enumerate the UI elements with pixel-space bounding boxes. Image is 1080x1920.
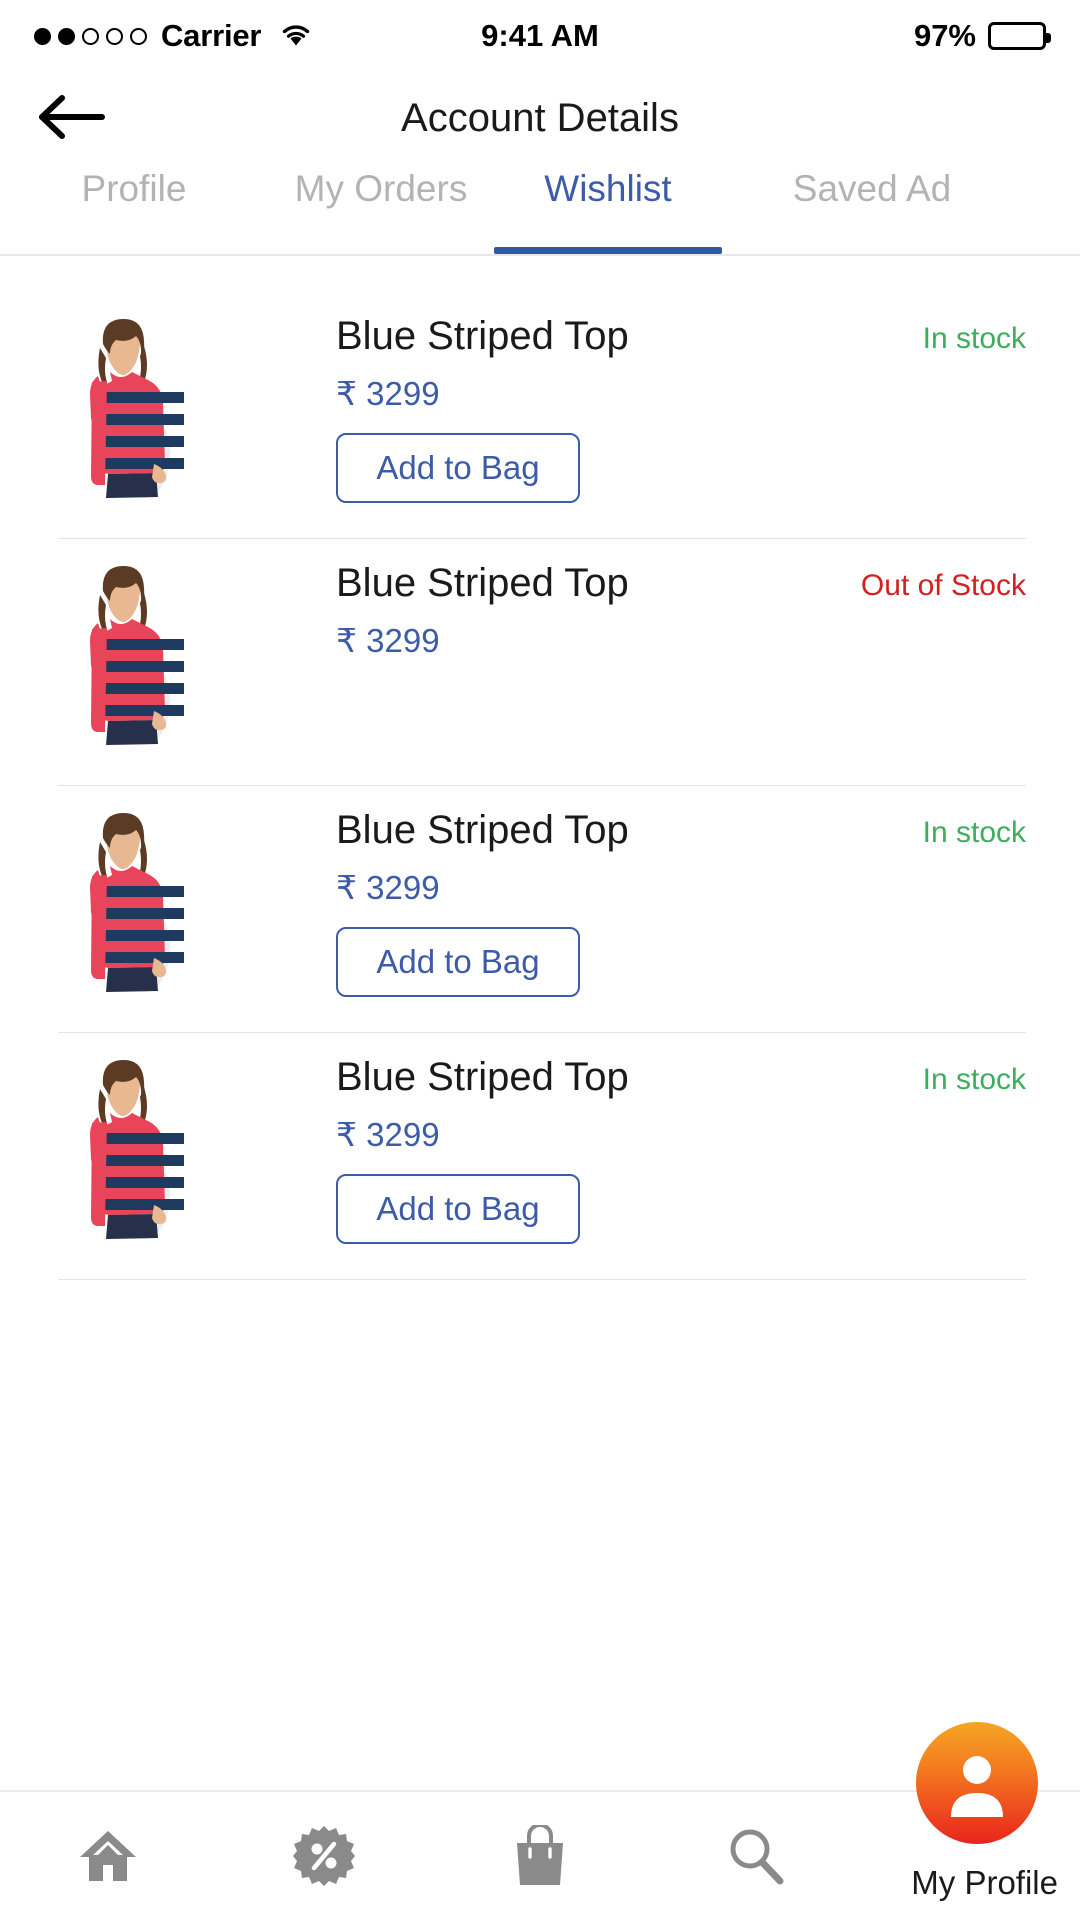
my-profile-label: My Profile (911, 1864, 1058, 1901)
product-price: ₹ 3299 (336, 375, 440, 412)
back-button[interactable] (38, 83, 108, 153)
navigation-header: Account Details (0, 72, 1080, 164)
product-info: Blue Striped Top ₹ 3299 Add to Bag (184, 786, 846, 997)
wishlist-item[interactable]: Blue Striped Top ₹ 3299 Out of Stock (0, 539, 1080, 785)
status-bar: Carrier 9:41 AM 97% (0, 0, 1080, 72)
product-price: ₹ 3299 (336, 622, 440, 659)
tab-wishlist[interactable]: Wishlist (494, 164, 722, 254)
product-name: Blue Striped Top (336, 808, 629, 852)
stock-status-badge: Out of Stock (860, 569, 1026, 602)
arrow-left-icon (38, 91, 108, 146)
nav-offers-button[interactable] (216, 1791, 432, 1920)
battery-icon (988, 22, 1051, 50)
signal-strength-icon (34, 27, 147, 45)
product-thumbnail (58, 808, 184, 994)
product-thumbnail (58, 1055, 184, 1241)
tab-saved-addresses[interactable]: Saved Ad (722, 164, 1022, 254)
product-info: Blue Striped Top ₹ 3299 Add to Bag (184, 292, 846, 503)
status-bar-left: Carrier (34, 18, 313, 54)
product-price: ₹ 3299 (336, 1116, 440, 1153)
tab-my-orders[interactable]: My Orders (268, 164, 494, 254)
add-to-bag-button[interactable]: Add to Bag (336, 927, 580, 997)
product-name: Blue Striped Top (336, 314, 629, 358)
product-thumbnail (58, 314, 184, 500)
status-bar-right: 97% (913, 18, 1051, 54)
app-screen: Carrier 9:41 AM 97% Account Details Prof… (0, 0, 1080, 1920)
product-info: Blue Striped Top ₹ 3299 Add to Bag (184, 1033, 846, 1244)
nav-home-button[interactable] (0, 1791, 216, 1920)
add-to-bag-button[interactable]: Add to Bag (336, 1174, 580, 1244)
wifi-icon (279, 20, 313, 53)
shopping-bag-icon (513, 1825, 567, 1887)
tab-label: My Orders (294, 168, 468, 209)
stock-status-badge: In stock (922, 322, 1026, 355)
tab-bar: Profile My Orders Wishlist Saved Ad (0, 164, 1080, 256)
tab-profile[interactable]: Profile (0, 164, 268, 254)
tab-label: Wishlist (544, 168, 672, 209)
stock-status-badge: In stock (922, 1063, 1026, 1096)
wishlist-item[interactable]: Blue Striped Top ₹ 3299 Add to Bag In st… (0, 786, 1080, 1032)
list-divider (58, 1279, 1026, 1280)
stock-status-badge: In stock (922, 816, 1026, 849)
tab-label: Saved Ad (792, 168, 952, 209)
nav-search-button[interactable] (648, 1791, 864, 1920)
product-name: Blue Striped Top (336, 1055, 629, 1099)
battery-percentage-label: 97% (913, 18, 976, 53)
tab-label: Profile (81, 168, 187, 209)
product-price: ₹ 3299 (336, 869, 440, 906)
person-avatar-icon (940, 1745, 1014, 1822)
home-icon (77, 1827, 139, 1885)
product-name: Blue Striped Top (336, 561, 629, 605)
wishlist-list[interactable]: Blue Striped Top ₹ 3299 Add to Bag In st… (0, 256, 1080, 1790)
product-info: Blue Striped Top ₹ 3299 (184, 539, 846, 660)
add-to-bag-button[interactable]: Add to Bag (336, 433, 580, 503)
wishlist-item[interactable]: Blue Striped Top ₹ 3299 Add to Bag In st… (0, 1033, 1080, 1279)
search-icon (725, 1825, 787, 1887)
nav-bag-button[interactable] (432, 1791, 648, 1920)
wishlist-item[interactable]: Blue Striped Top ₹ 3299 Add to Bag In st… (0, 292, 1080, 538)
my-profile-button[interactable] (916, 1722, 1038, 1844)
active-tab-indicator (494, 247, 722, 254)
offers-percent-badge-icon (293, 1825, 355, 1887)
page-title: Account Details (401, 95, 679, 140)
carrier-label: Carrier (161, 18, 262, 53)
bottom-navigation-bar: My Profile (0, 1722, 1080, 1920)
product-thumbnail (58, 561, 184, 747)
